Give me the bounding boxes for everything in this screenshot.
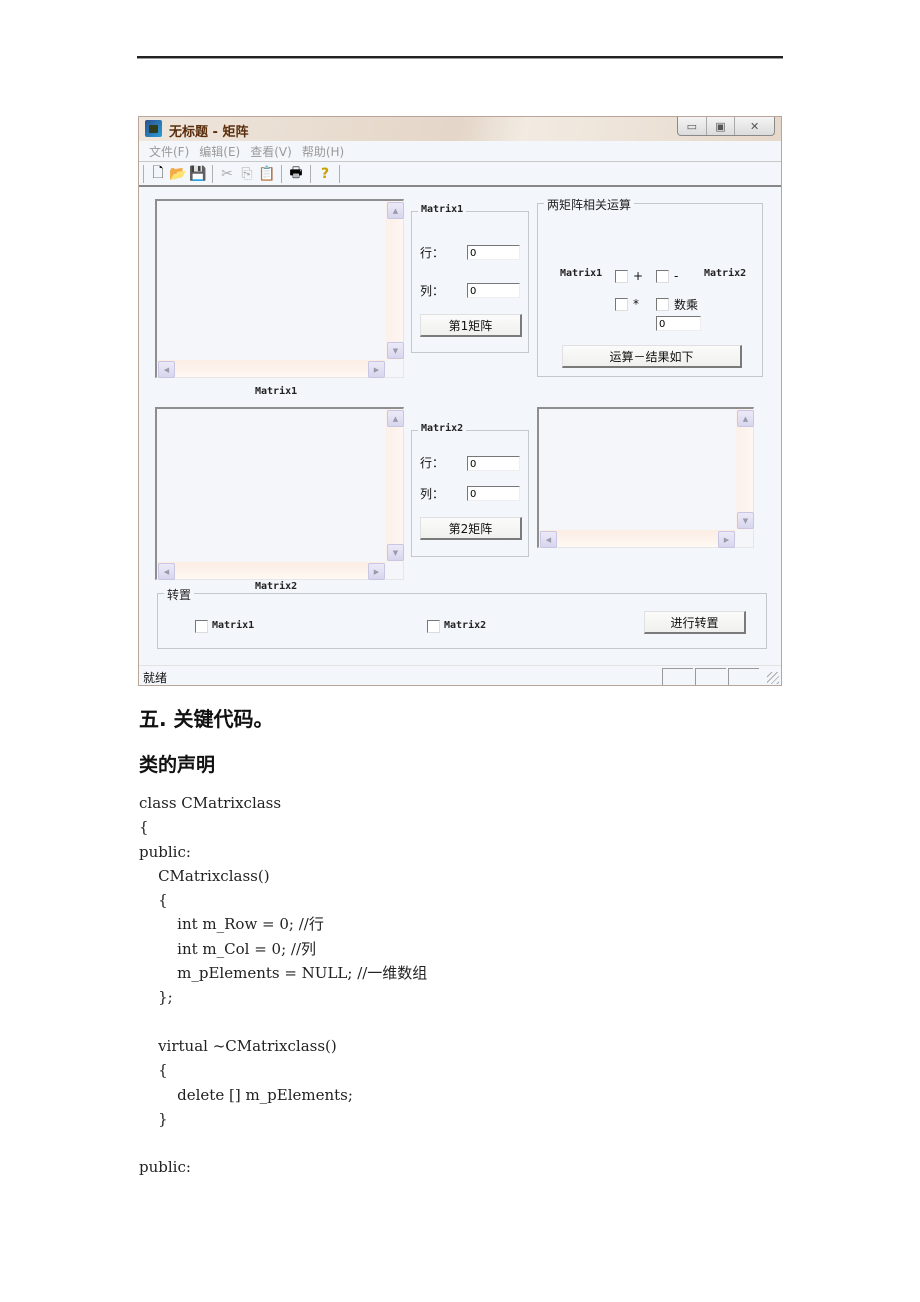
plus-checkbox[interactable] [615, 270, 628, 283]
plus-label: + [633, 269, 644, 283]
operations-group-label: 两矩阵相关运算 [544, 196, 635, 213]
maximize-button[interactable]: ▣ [707, 117, 736, 135]
matrix1-group-label: Matrix1 [418, 204, 467, 215]
row-label: 行： [420, 246, 445, 260]
transpose-group-label: 转置 [164, 586, 195, 603]
status-text: 就绪 [143, 671, 168, 685]
matrix2-listbox[interactable]: ▲ ▼ ◀ ▶ [155, 407, 404, 580]
status-bar: 就绪 [139, 665, 781, 686]
scalar-input[interactable]: 0 [656, 316, 701, 331]
matrix1-list-caption: Matrix1 [255, 386, 298, 397]
subsection-heading: 类的声明 [139, 754, 216, 776]
menu-help[interactable]: 帮助(H) [302, 143, 344, 160]
minus-checkbox[interactable] [656, 270, 669, 283]
window-title: 无标题 - 矩阵 [169, 125, 249, 140]
save-icon[interactable]: 💾 [188, 164, 208, 184]
scalar-checkbox[interactable] [656, 298, 669, 311]
help-icon[interactable]: ? [315, 164, 335, 184]
copy-icon[interactable]: ⎘ [237, 164, 257, 184]
vertical-scrollbar[interactable]: ▲ ▼ [386, 409, 404, 562]
vertical-scrollbar[interactable]: ▲ ▼ [736, 409, 754, 530]
result-listbox[interactable]: ▲ ▼ ◀ ▶ [537, 407, 754, 548]
matrix1-group: Matrix1 行： 0 列： 0 第1矩阵 [411, 204, 529, 353]
toolbar-separator [339, 164, 340, 183]
transpose-matrix1-label: Matrix1 [212, 620, 255, 631]
paste-icon[interactable]: 📋 [257, 164, 277, 184]
menu-view[interactable]: 查看(V) [250, 143, 292, 160]
matrix1-listbox[interactable]: ▲ ▼ ◀ ▶ [155, 199, 404, 378]
scroll-right-icon[interactable]: ▶ [718, 531, 735, 548]
header-rule [137, 56, 783, 59]
toolbar-separator [212, 164, 213, 183]
operations-group: 两矩阵相关运算 Matrix1 + - Matrix2 * 数乘 0 运算－结果… [537, 196, 763, 377]
matrix2-button[interactable]: 第2矩阵 [420, 517, 522, 540]
menu-edit[interactable]: 编辑(E) [199, 143, 240, 160]
print-icon[interactable]: 🖶 [286, 164, 306, 184]
row-label: 行： [420, 456, 445, 470]
transpose-group: 转置 Matrix1 Matrix2 进行转置 [157, 586, 767, 649]
matrix1-button[interactable]: 第1矩阵 [420, 314, 522, 337]
scroll-left-icon[interactable]: ◀ [540, 531, 557, 548]
title-bar[interactable]: 无标题 - 矩阵 ▭ ▣ ✕ [139, 117, 781, 141]
open-folder-icon[interactable]: 📂 [168, 164, 188, 184]
multiply-label: * [633, 297, 639, 311]
scroll-left-icon[interactable]: ◀ [158, 361, 175, 378]
matrix1-col-input[interactable]: 0 [467, 283, 520, 298]
scroll-down-icon[interactable]: ▼ [387, 342, 404, 359]
transpose-matrix2-checkbox[interactable] [427, 620, 440, 633]
resize-grip-icon[interactable] [767, 672, 779, 684]
close-button[interactable]: ✕ [735, 117, 774, 135]
toolbar: 🗋 📂 💾 ✂ ⎘ 📋 🖶 ? [139, 162, 781, 187]
matrix2-col-input[interactable]: 0 [467, 486, 520, 501]
scroll-right-icon[interactable]: ▶ [368, 563, 385, 580]
transpose-matrix1-checkbox[interactable] [195, 620, 208, 633]
col-label: 列： [420, 487, 445, 501]
scroll-up-icon[interactable]: ▲ [387, 202, 404, 219]
compute-button[interactable]: 运算－结果如下 [562, 345, 742, 368]
matrix2-row-input[interactable]: 0 [467, 456, 520, 471]
minimize-button[interactable]: ▭ [678, 117, 707, 135]
scroll-right-icon[interactable]: ▶ [368, 361, 385, 378]
ops-right-label: Matrix2 [704, 268, 747, 279]
scroll-up-icon[interactable]: ▲ [387, 410, 404, 427]
transpose-button[interactable]: 进行转置 [644, 611, 746, 634]
client-area: ▲ ▼ ◀ ▶ Matrix1 Matrix1 行： 0 列： 0 第1矩阵 两… [143, 187, 773, 661]
app-window: 无标题 - 矩阵 ▭ ▣ ✕ 文件(F) 编辑(E) 查看(V) 帮助(H) 🗋… [138, 116, 782, 686]
minus-label: - [674, 269, 679, 283]
code-block: class CMatrixclass { public: CMatrixclas… [139, 794, 428, 1177]
cut-icon[interactable]: ✂ [217, 164, 237, 184]
status-pane [728, 668, 759, 685]
multiply-checkbox[interactable] [615, 298, 628, 311]
col-label: 列： [420, 284, 445, 298]
section-heading: 五. 关键代码。 [139, 707, 274, 731]
status-pane [695, 668, 726, 685]
new-file-icon[interactable]: 🗋 [148, 164, 168, 184]
scroll-down-icon[interactable]: ▼ [737, 512, 754, 529]
matrix2-group-label: Matrix2 [418, 423, 467, 434]
toolbar-separator [281, 164, 282, 183]
vertical-scrollbar[interactable]: ▲ ▼ [386, 201, 404, 360]
matrix1-row-input[interactable]: 0 [467, 245, 520, 260]
app-icon [145, 120, 162, 137]
matrix2-group: Matrix2 行： 0 列： 0 第2矩阵 [411, 423, 529, 557]
transpose-matrix2-label: Matrix2 [444, 620, 487, 631]
matrix2-list-caption: Matrix2 [255, 581, 298, 592]
horizontal-scrollbar[interactable]: ◀ ▶ [157, 360, 386, 378]
horizontal-scrollbar[interactable]: ◀ ▶ [157, 562, 386, 580]
scalar-label: 数乘 [674, 298, 699, 312]
scroll-down-icon[interactable]: ▼ [387, 544, 404, 561]
toolbar-separator [310, 164, 311, 183]
scroll-up-icon[interactable]: ▲ [737, 410, 754, 427]
menu-bar: 文件(F) 编辑(E) 查看(V) 帮助(H) [139, 141, 781, 162]
status-pane [662, 668, 693, 685]
menu-file[interactable]: 文件(F) [149, 143, 189, 160]
toolbar-grip [143, 164, 144, 183]
window-controls: ▭ ▣ ✕ [677, 117, 775, 136]
ops-left-label: Matrix1 [560, 268, 603, 279]
horizontal-scrollbar[interactable]: ◀ ▶ [539, 530, 736, 548]
scroll-left-icon[interactable]: ◀ [158, 563, 175, 580]
